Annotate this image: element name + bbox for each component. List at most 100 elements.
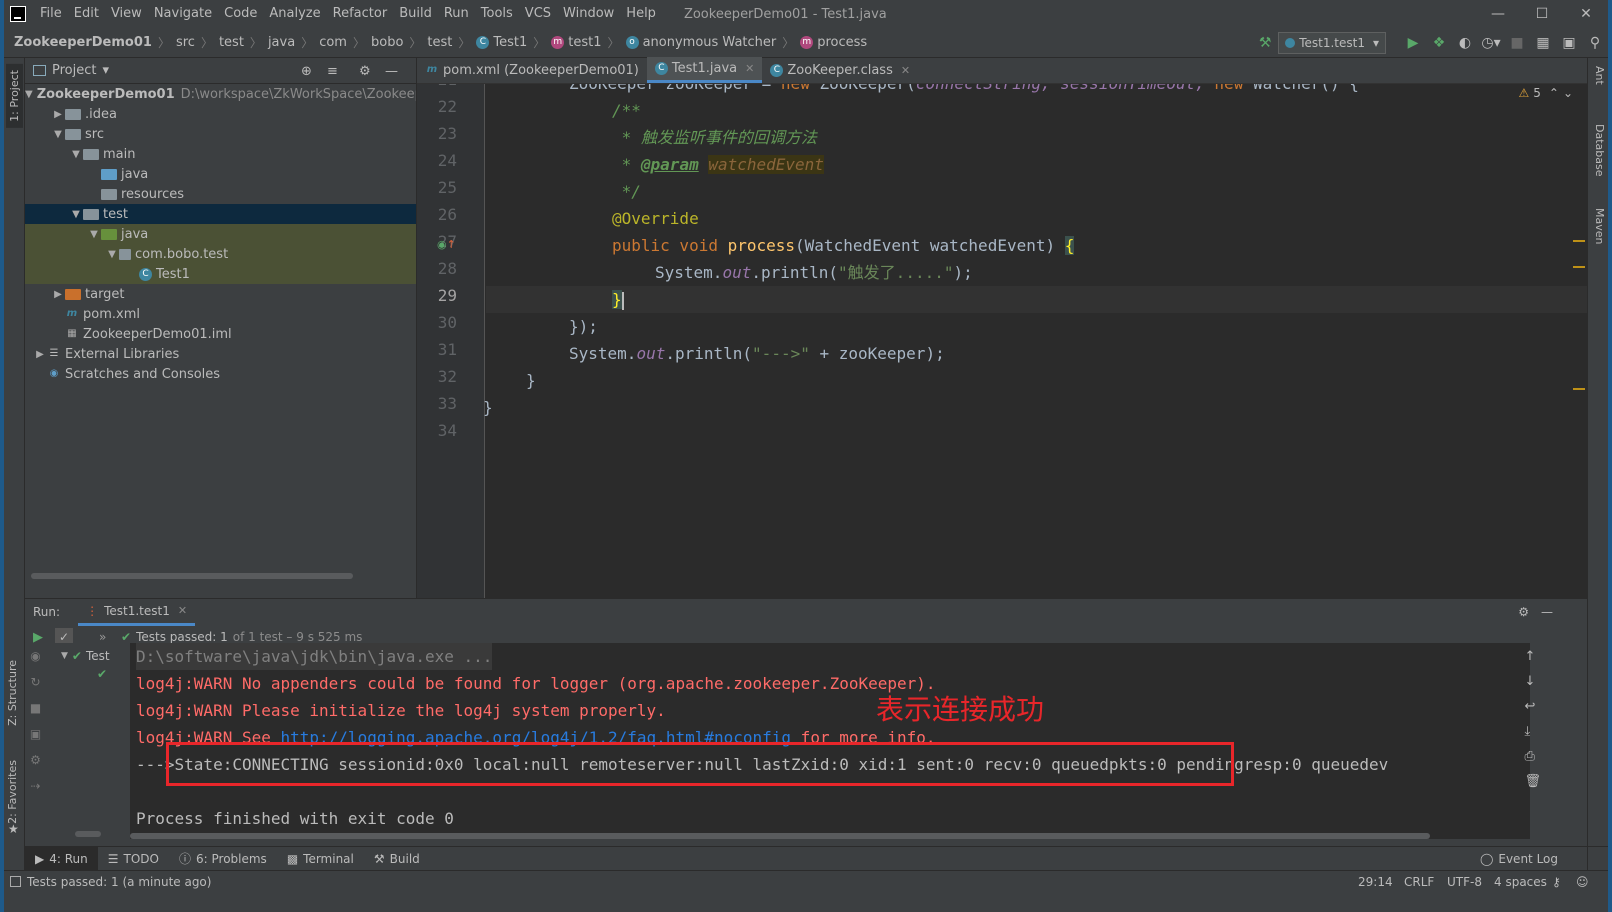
menu-file[interactable]: File: [34, 0, 68, 28]
tree-item-resources[interactable]: resources: [25, 184, 416, 204]
stop-icon[interactable]: ■: [30, 701, 41, 715]
tab-run[interactable]: ▶ 4: Run: [25, 846, 98, 871]
chevron-down-icon[interactable]: ⌄: [1563, 86, 1573, 100]
soft-wrap-icon[interactable]: ↩: [1524, 699, 1541, 714]
toggle-toolwindows-icon[interactable]: [10, 876, 21, 887]
lock-icon[interactable]: ⚷: [1552, 871, 1561, 893]
chevron-down-icon[interactable]: ▼: [105, 249, 119, 260]
inspector-icon[interactable]: ☺: [1576, 871, 1589, 893]
print-icon[interactable]: ⎙: [1524, 749, 1541, 764]
chevron-down-icon[interactable]: ▼: [25, 89, 33, 100]
warning-stripe[interactable]: [1573, 388, 1585, 390]
chevron-down-icon[interactable]: ▼: [61, 651, 68, 661]
chevron-right-icon[interactable]: ▶: [33, 349, 47, 360]
scroll-to-end-icon[interactable]: ⤓: [1524, 724, 1541, 739]
tree-item-src[interactable]: ▼ src: [25, 124, 416, 144]
event-log-button[interactable]: ◯ Event Log: [1470, 847, 1568, 871]
maximize-icon[interactable]: ☐: [1520, 0, 1564, 28]
file-encoding[interactable]: UTF-8: [1447, 871, 1482, 893]
menu-code[interactable]: Code: [218, 0, 263, 28]
tab-pom-xml[interactable]: m pom.xml (ZookeeperDemo01): [417, 57, 647, 83]
indent-setting[interactable]: 4 spaces: [1494, 871, 1547, 893]
tree-item-main-java[interactable]: java: [25, 164, 416, 184]
tab-structure[interactable]: Z: Structure: [6, 660, 19, 726]
tab-project[interactable]: 1: Project: [6, 64, 23, 128]
project-scrollbar[interactable]: [31, 573, 353, 579]
minimize-icon[interactable]: —: [1476, 0, 1520, 28]
warning-stripe[interactable]: [1573, 266, 1585, 268]
breadcrumb-package-test[interactable]: test: [427, 35, 452, 50]
tree-item-test-java[interactable]: ▼ java: [25, 224, 416, 244]
chevron-right-icon[interactable]: ▶: [51, 109, 65, 120]
coverage-icon[interactable]: ◐: [1452, 35, 1478, 51]
close-icon[interactable]: ✕: [901, 64, 910, 77]
inspection-widget[interactable]: ⚠ 5 ⌃ ⌄: [1518, 86, 1573, 100]
tab-maven[interactable]: Maven: [1593, 208, 1606, 244]
close-icon[interactable]: ✕: [745, 62, 754, 75]
tree-item-test[interactable]: ▼ test: [25, 204, 416, 224]
tree-item-idea[interactable]: ▶ .idea: [25, 104, 416, 124]
trash-icon[interactable]: 🗑: [1524, 774, 1541, 789]
locate-icon[interactable]: ⊕: [301, 64, 312, 79]
layout-icon[interactable]: ▣: [1556, 35, 1582, 51]
search-everywhere-icon[interactable]: ⚲: [1582, 35, 1608, 51]
run-icon[interactable]: ▶: [1400, 35, 1426, 51]
breadcrumb-bobo[interactable]: bobo: [371, 35, 403, 50]
menu-analyze[interactable]: Analyze: [263, 0, 326, 28]
tree-item-project-root[interactable]: ▼ ZookeeperDemo01 D:\workspace\ZkWorkSpace…: [25, 84, 416, 104]
tab-zookeeper-class[interactable]: C ZooKeeper.class ✕: [762, 57, 918, 83]
menu-navigate[interactable]: Navigate: [148, 0, 218, 28]
console-output[interactable]: D:\software\java\jdk\bin\java.exe ... lo…: [130, 643, 1530, 839]
tree-item-main[interactable]: ▼ main: [25, 144, 416, 164]
warning-stripe[interactable]: [1573, 240, 1585, 242]
test-tree-root[interactable]: ▼ ✔ Test: [61, 649, 110, 663]
breadcrumb-anonymous[interactable]: anonymous Watcher: [643, 35, 777, 50]
chevron-down-icon[interactable]: ▼: [87, 229, 101, 240]
rerun-icon[interactable]: ▶: [33, 630, 43, 645]
breadcrumb-method[interactable]: test1: [568, 35, 601, 50]
breadcrumb-java[interactable]: java: [268, 35, 295, 50]
menu-refactor[interactable]: Refactor: [327, 0, 394, 28]
tab-database[interactable]: Database: [1593, 124, 1606, 177]
tab-test1-java[interactable]: C Test1.java ✕: [646, 57, 763, 83]
close-icon[interactable]: ✕: [1564, 0, 1608, 28]
menu-build[interactable]: Build: [393, 0, 438, 28]
tree-item-external-libraries[interactable]: ▶ ☰ External Libraries: [25, 344, 416, 364]
override-gutter-icon[interactable]: ◉↑: [437, 238, 456, 251]
hide-icon[interactable]: —: [385, 64, 398, 79]
menu-edit[interactable]: Edit: [68, 0, 105, 28]
tab-problems[interactable]: ⓘ 6: Problems: [169, 847, 277, 871]
tree-item-iml[interactable]: ▦ ZookeeperDemo01.iml: [25, 324, 416, 344]
menu-run[interactable]: Run: [438, 0, 475, 28]
project-view-selector[interactable]: Project: [52, 63, 96, 78]
profile-icon[interactable]: ◷▾: [1478, 35, 1504, 51]
history-icon[interactable]: ↻: [30, 675, 40, 689]
chevron-down-icon[interactable]: ▾: [102, 63, 109, 78]
menu-window[interactable]: Window: [557, 0, 620, 28]
menu-help[interactable]: Help: [620, 0, 662, 28]
menu-vcs[interactable]: VCS: [519, 0, 557, 28]
debug-icon[interactable]: ❖: [1426, 35, 1452, 51]
gear-icon[interactable]: ⚙: [1518, 605, 1529, 619]
tab-todo[interactable]: ☰ TODO: [98, 847, 169, 871]
tree-item-test1[interactable]: C Test1: [25, 264, 416, 284]
gear-icon[interactable]: ⚙: [359, 64, 371, 79]
chevron-down-icon[interactable]: ▼: [69, 209, 83, 220]
menu-tools[interactable]: Tools: [475, 0, 519, 28]
caret-position[interactable]: 29:14: [1358, 871, 1393, 893]
hide-icon[interactable]: —: [1541, 605, 1553, 619]
arrow-up-icon[interactable]: ↑: [1524, 649, 1541, 664]
arrow-down-icon[interactable]: ↓: [1524, 674, 1541, 689]
tab-ant[interactable]: Ant: [1593, 66, 1606, 85]
build-hammer-icon[interactable]: ⚒: [1252, 35, 1278, 51]
line-separator[interactable]: CRLF: [1404, 871, 1434, 893]
chevron-up-icon[interactable]: ⌃: [1549, 86, 1559, 100]
tab-build[interactable]: ⚒ Build: [364, 847, 430, 871]
breadcrumb-test[interactable]: test: [219, 35, 244, 50]
breadcrumb-src[interactable]: src: [176, 35, 195, 50]
menu-view[interactable]: View: [105, 0, 148, 28]
tree-item-scratches[interactable]: ◉ Scratches and Consoles: [25, 364, 416, 384]
tree-item-pom[interactable]: m pom.xml: [25, 304, 416, 324]
project-structure-icon[interactable]: ▦: [1530, 35, 1556, 51]
console-scrollbar[interactable]: [130, 833, 1430, 839]
